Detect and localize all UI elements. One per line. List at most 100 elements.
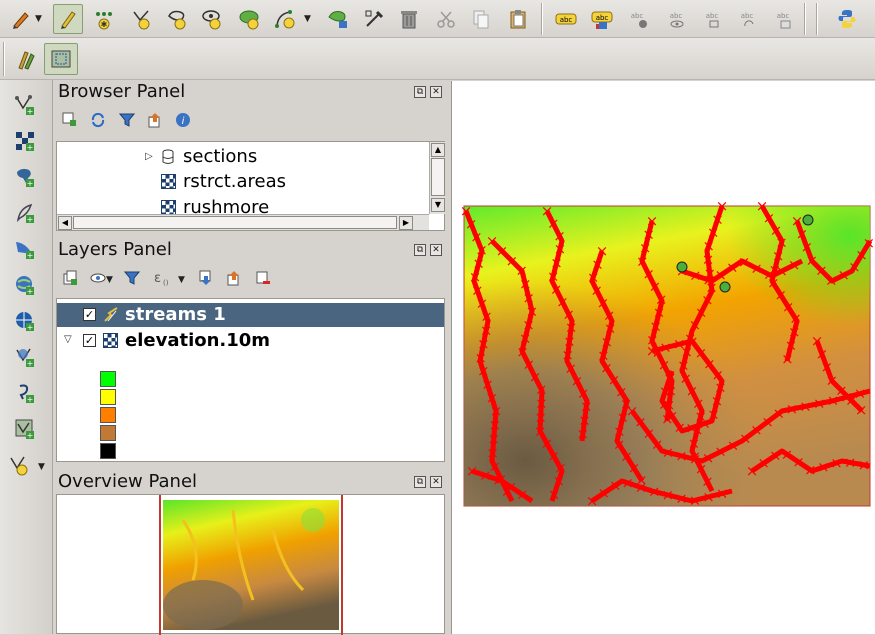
vertex-marker: × [548,485,561,503]
browser-item-sections[interactable]: sections [183,146,257,167]
filter-expression-icon[interactable]: ε() [152,269,170,287]
float-panel-icon[interactable]: ⧉ [414,86,426,98]
add-vector-layer-icon[interactable]: + [12,92,38,118]
add-spatialite-layer-icon[interactable]: + [12,200,38,226]
label-tool-icon[interactable]: abc [553,6,579,32]
scissors-icon[interactable] [433,6,459,32]
expand-all-icon[interactable] [198,270,214,286]
grass-region-button[interactable] [44,43,78,75]
layer-visibility-checkbox[interactable]: ✓ [83,334,96,347]
chevron-down-icon[interactable]: ▼ [178,275,185,285]
collapse-arrow-icon[interactable]: ▽ [64,334,72,345]
add-selected-layers-icon[interactable] [62,112,76,126]
toggle-editing-button[interactable] [53,4,83,34]
add-group-icon[interactable] [62,270,78,286]
eye-icon[interactable] [90,271,106,285]
pin-label-icon[interactable]: abc [626,6,652,32]
add-polygon-icon[interactable] [164,6,190,32]
add-wfs-layer-icon[interactable]: + [12,344,38,370]
layer-label-streams[interactable]: streams 1 [125,304,226,325]
copy-icon[interactable] [468,6,494,32]
toolbar-separator [3,42,5,76]
filter-icon[interactable] [123,270,141,286]
svg-text:i: i [182,116,185,127]
add-ring-icon[interactable] [199,6,225,32]
browser-tree[interactable]: ▷ sections rstrct.areas rushmore ▲ ▼ ◀ ▶ [56,141,445,231]
add-delimited-text-layer-icon[interactable]: + [12,380,38,406]
node-marker [719,281,731,293]
add-part-icon[interactable] [236,6,262,32]
layer-visibility-checkbox[interactable]: ✓ [83,308,96,321]
svg-text:+: + [27,395,34,404]
vertex-marker: × [863,234,875,252]
map-render[interactable]: ××××××××××××××××××××××××××××××××××××××××… [452,81,875,634]
chevron-down-icon[interactable]: ▼ [38,462,45,472]
vertex-marker: × [750,259,763,277]
show-hide-label-icon[interactable]: abc [663,6,689,32]
vertex-marker: × [635,478,648,496]
raster-icon [161,174,176,189]
collapse-all-icon[interactable] [147,112,163,128]
close-icon[interactable]: ✕ [430,244,442,256]
chevron-down-icon[interactable]: ▼ [35,14,42,24]
grass-tools-icon[interactable] [13,46,39,72]
layer-label-elevation[interactable]: elevation.10m [125,330,270,351]
close-icon[interactable]: ✕ [430,86,442,98]
refresh-icon[interactable] [90,112,106,128]
browser-item-rstrct-areas[interactable]: rstrct.areas [183,171,286,192]
add-grass-vector-icon[interactable]: + [12,416,38,442]
overview-canvas[interactable] [56,494,445,635]
vertex-marker: × [773,404,786,422]
reshape-icon[interactable] [325,6,351,32]
chevron-down-icon[interactable]: ▼ [304,14,311,24]
paste-icon[interactable] [505,6,531,32]
add-raster-layer-icon[interactable]: + [12,128,38,154]
toolbar-separator [816,3,818,35]
move-label-icon[interactable]: abc [699,6,725,32]
add-postgis-layer-icon[interactable]: + [12,164,38,190]
vertex-marker: × [621,474,634,492]
horizontal-scrollbar[interactable]: ◀ ▶ [57,214,429,230]
node-tool-icon[interactable] [361,6,387,32]
float-panel-icon[interactable]: ⧉ [414,244,426,256]
remove-layer-icon[interactable] [255,270,271,286]
trash-icon[interactable] [396,6,422,32]
legend-swatch-yellow [100,389,116,405]
map-canvas[interactable]: × × × × × × × × × × × × × × × × × × × × × × × × × × × × × × × × × × × × × × × ×… [451,81,875,634]
label-diagram-icon[interactable]: abc [589,6,615,32]
new-vector-layer-icon[interactable] [6,452,32,478]
collapse-all-icon[interactable] [226,270,242,286]
vertical-scrollbar[interactable]: ▲ ▼ [429,142,445,214]
add-wcs-layer-icon[interactable]: + [12,308,38,334]
scroll-right-icon[interactable]: ▶ [399,216,413,230]
manage-layers-toolbar: + + + + + + + + + + ▼ [0,80,53,634]
close-icon[interactable]: ✕ [430,476,442,488]
browser-item-rushmore[interactable]: rushmore [183,198,269,214]
add-wms-layer-icon[interactable]: + [12,272,38,298]
layers-tree[interactable]: ✓ streams 1 ▽ ✓ elevation.10m [56,298,445,462]
scroll-left-icon[interactable]: ◀ [58,216,72,230]
scroll-down-icon[interactable]: ▼ [431,198,445,212]
add-line-icon[interactable] [129,6,155,32]
filter-icon[interactable] [118,112,136,128]
svg-text:✱: ✱ [101,20,108,29]
expand-arrow-icon[interactable]: ▷ [145,151,153,162]
add-mssql-layer-icon[interactable]: + [12,236,38,262]
float-panel-icon[interactable]: ⧉ [414,476,426,488]
chevron-down-icon[interactable]: ▼ [106,275,113,285]
layer-row-elevation[interactable]: ▽ ✓ elevation.10m [57,329,444,353]
change-label-icon[interactable]: abc [770,6,796,32]
scroll-up-icon[interactable]: ▲ [431,143,445,157]
info-icon[interactable]: i [175,112,191,128]
raster-icon [103,333,118,348]
add-point-icon[interactable]: ✱ [91,6,117,32]
add-curve-icon[interactable] [272,6,298,32]
scroll-thumb[interactable] [73,216,397,229]
rotate-label-icon[interactable]: abc [734,6,760,32]
python-icon[interactable] [834,6,860,32]
vertex-marker: × [726,258,739,276]
digitize-pen-icon[interactable] [8,6,34,32]
scroll-thumb[interactable] [431,158,445,196]
layer-row-streams[interactable]: ✓ streams 1 [57,303,444,327]
vertex-marker: × [479,466,492,484]
